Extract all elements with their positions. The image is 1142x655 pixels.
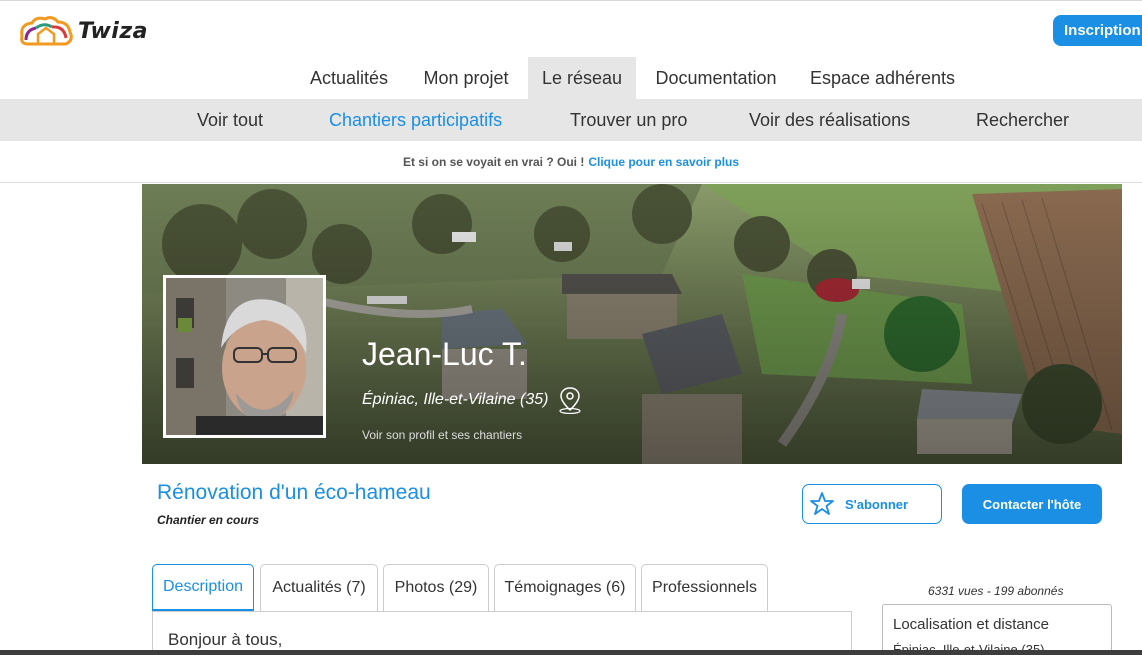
description-text: Bonjour à tous, [168, 630, 283, 649]
signup-button[interactable]: Inscription [1053, 15, 1142, 46]
host-avatar[interactable] [163, 275, 326, 438]
host-name[interactable]: Jean-Luc T. [362, 336, 527, 373]
logo-text: Twiza [78, 18, 148, 44]
notice-bar: Et si on se voyait en vrai ? Oui ! Cliqu… [0, 141, 1142, 183]
map-pin-icon[interactable] [558, 386, 582, 414]
notice-link[interactable]: Clique pour en savoir plus [588, 155, 739, 169]
project-status: Chantier en cours [157, 513, 260, 527]
os-taskbar [0, 650, 1142, 655]
tab-actualites[interactable]: Actualités (7) [260, 564, 378, 611]
location-box-title: Localisation et distance [893, 616, 1049, 633]
main-nav-item-actualites[interactable]: Actualités [295, 57, 403, 99]
notice-text: Et si on se voyait en vrai ? Oui ! [402, 154, 585, 169]
views-subscribers-count: 6331 vues - 199 abonnés [928, 584, 1064, 598]
sub-nav-item-trouver-un-pro[interactable]: Trouver un pro [570, 99, 687, 141]
main-nav-item-documentation[interactable]: Documentation [641, 57, 791, 99]
tab-temoignages[interactable]: Témoignages (6) [494, 564, 636, 611]
star-icon [810, 492, 834, 515]
logo-house-icon [20, 16, 73, 46]
host-profile-link[interactable]: Voir son profil et ses chantiers [362, 428, 522, 442]
main-nav-item-mon-projet[interactable]: Mon projet [410, 57, 522, 99]
tab-professionnels[interactable]: Professionnels [641, 564, 768, 611]
sub-nav: Voir tout Chantiers participatifs Trouve… [0, 99, 1142, 141]
tab-description[interactable]: Description [152, 564, 254, 611]
subscribe-button[interactable]: S'abonner [802, 484, 942, 524]
project-title: Rénovation d'un éco-hameau [157, 481, 431, 504]
main-nav-item-espace-adherents[interactable]: Espace adhérents [800, 57, 965, 99]
top-border [0, 0, 1142, 5]
host-location-text: Épiniac, Ille-et-Vilaine (35) [362, 391, 549, 408]
sub-nav-item-rechercher[interactable]: Rechercher [976, 99, 1069, 141]
main-nav: Actualités Mon projet Le réseau Document… [0, 57, 1142, 99]
sub-nav-item-chantiers-participatifs[interactable]: Chantiers participatifs [329, 99, 502, 141]
logo[interactable]: Twiza [18, 14, 148, 48]
host-photo [166, 278, 323, 435]
main-nav-item-le-reseau[interactable]: Le réseau [528, 57, 636, 99]
contact-host-button[interactable]: Contacter l'hôte [962, 484, 1102, 524]
tab-photos[interactable]: Photos (29) [383, 564, 489, 611]
sub-nav-item-voir-tout[interactable]: Voir tout [197, 99, 263, 141]
sub-nav-item-voir-des-realisations[interactable]: Voir des réalisations [749, 99, 910, 141]
host-location: Épiniac, Ille-et-Vilaine (35) [362, 386, 582, 414]
subscribe-label: S'abonner [845, 496, 909, 512]
